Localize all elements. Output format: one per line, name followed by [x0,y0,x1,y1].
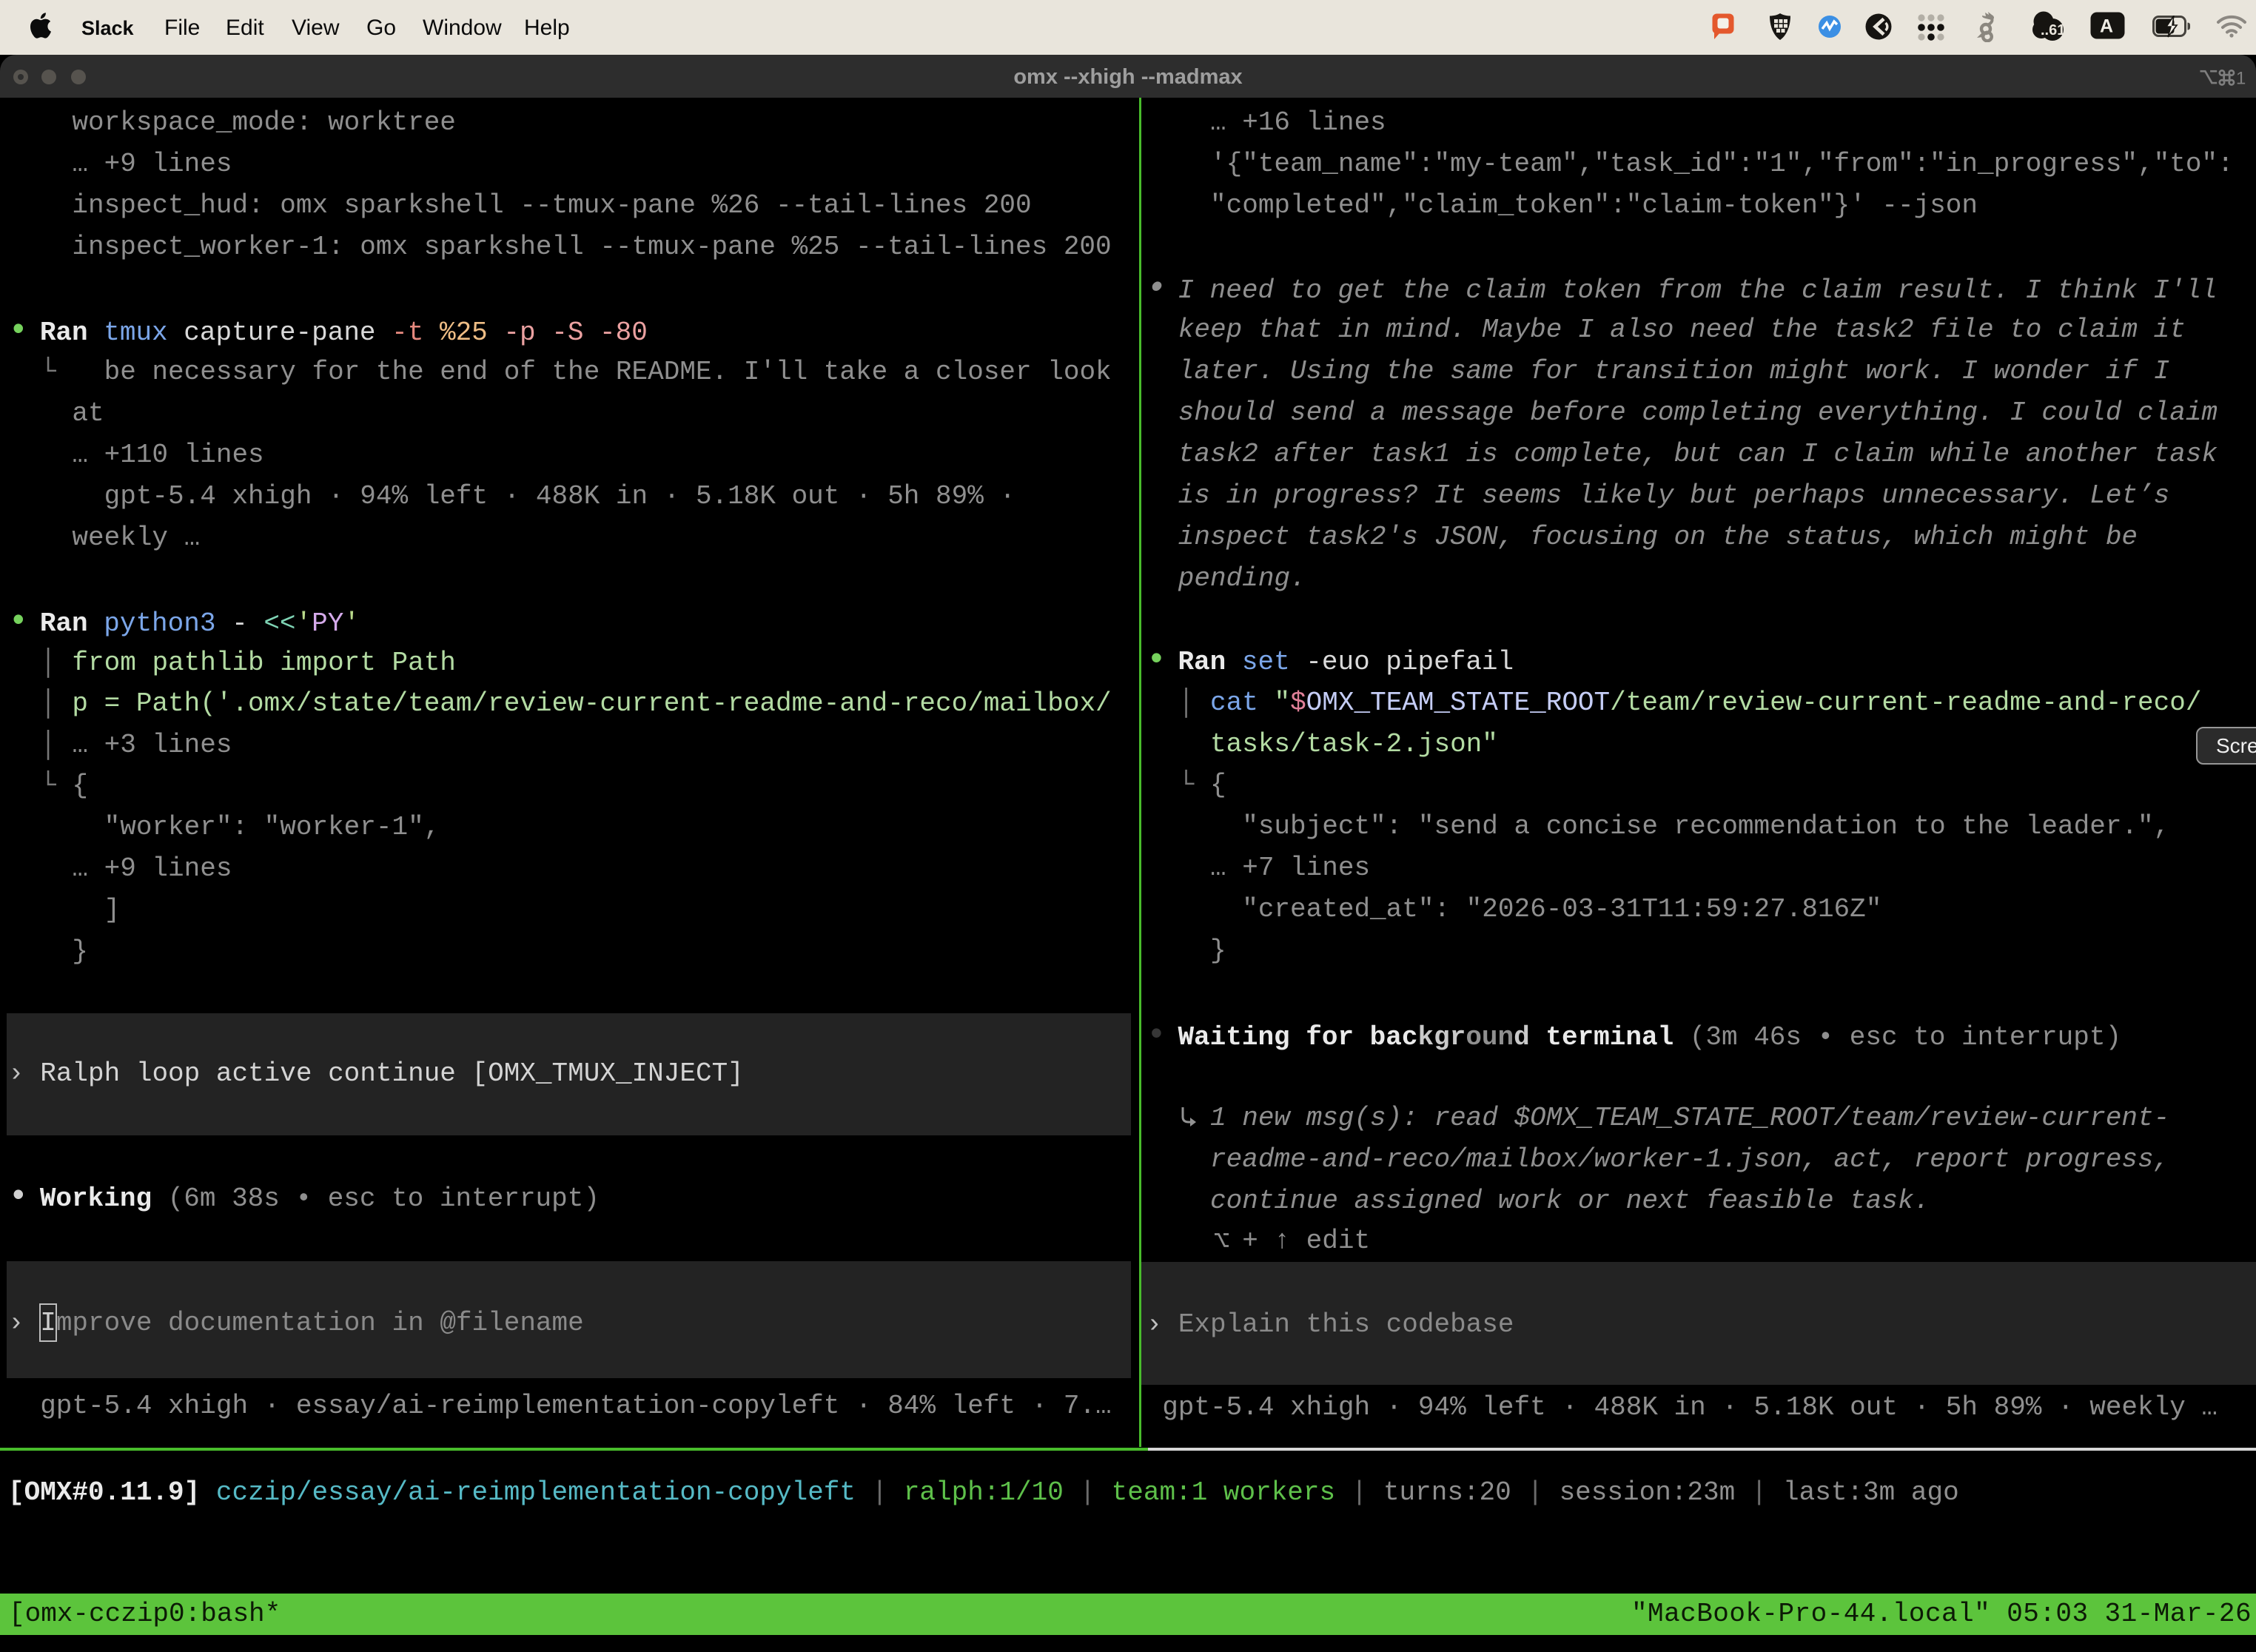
svg-text:A: A [2100,16,2113,37]
svg-text:1: 1 [2236,69,2246,88]
svg-text:..61: ..61 [2041,22,2065,38]
